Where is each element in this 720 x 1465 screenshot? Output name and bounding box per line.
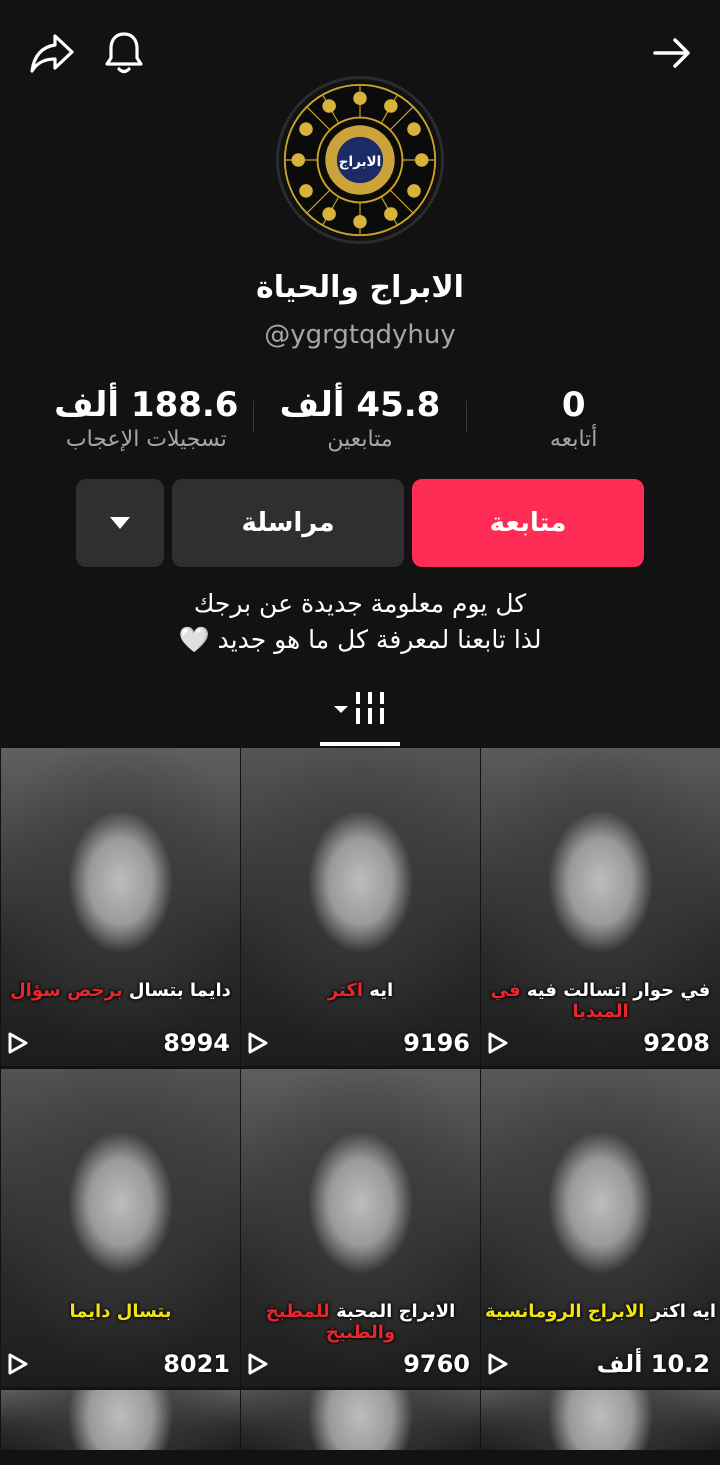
grid-bars-icon — [334, 692, 385, 724]
stat-likes: 188.6 ألف تسجيلات الإعجاب — [40, 385, 253, 465]
profile-avatar[interactable]: الابراج — [276, 76, 444, 244]
video-thumbnail — [1, 748, 240, 1066]
profile-actions: متابعة مراسلة — [76, 479, 644, 567]
caret-down-icon — [110, 517, 130, 529]
play-icon — [488, 1353, 508, 1375]
tab-videos-grid[interactable] — [320, 686, 400, 730]
back-button[interactable] — [644, 25, 700, 81]
following-label: أتابعه — [549, 427, 598, 452]
profile-handle: @ygrgtqdyhuy — [264, 320, 456, 350]
profile-bio: كل يوم معلومة جديدة عن برجك لذا تابعنا ل… — [0, 586, 720, 658]
video-thumbnail — [241, 748, 480, 1066]
view-count-bar: 8994 — [7, 1026, 230, 1060]
video-thumbnail — [481, 1390, 720, 1450]
caption-text: ايه اكتر — [644, 1301, 717, 1322]
video-caption: دايما بتسال برخص سؤال — [1, 980, 240, 1001]
caption-highlight: بتسال دايما — [69, 1301, 172, 1322]
view-count: 9760 — [403, 1350, 470, 1378]
more-options-button[interactable] — [76, 479, 164, 567]
view-count-bar: 10.2 ألف — [487, 1347, 710, 1381]
video-caption: بتسال دايما — [1, 1301, 240, 1322]
view-count: 8994 — [163, 1029, 230, 1057]
view-count: 8021 — [163, 1350, 230, 1378]
view-count: 10.2 ألف — [596, 1350, 710, 1378]
caption-text: دايما بتسال — [122, 980, 231, 1001]
view-count-bar: 8021 — [7, 1347, 230, 1381]
zodiac-wheel-image: الابراج — [282, 82, 438, 238]
arrow-right-icon — [653, 38, 690, 68]
video-thumbnail — [241, 1390, 480, 1450]
video-thumbnail — [481, 1069, 720, 1387]
video-tile[interactable]: في حوار اتسالت فيه في الميديا 9208 — [481, 748, 720, 1066]
video-tile[interactable]: ايه اكتر 9196 — [241, 748, 480, 1066]
video-tile[interactable]: الابراج المحبة للمطبخ والطبيخ 9760 — [241, 1069, 480, 1387]
view-count: 9196 — [403, 1029, 470, 1057]
video-caption: الابراج المحبة للمطبخ والطبيخ — [241, 1301, 480, 1343]
video-thumbnail — [1, 1390, 240, 1450]
video-tile[interactable] — [1, 1390, 240, 1450]
view-count-bar: 9208 — [487, 1026, 710, 1060]
caption-highlight: الابراج الرومانسية — [484, 1301, 645, 1322]
share-arrow-icon — [30, 34, 74, 73]
video-caption: ايه اكتر الابراج الرومانسية — [481, 1301, 720, 1322]
stat-followers[interactable]: 45.8 ألف متابعين — [254, 385, 467, 465]
bell-icon — [105, 32, 143, 74]
share-button[interactable] — [24, 25, 80, 81]
active-tab-indicator — [320, 742, 400, 746]
followers-label: متابعين — [327, 427, 393, 452]
video-tile[interactable]: ايه اكتر الابراج الرومانسية 10.2 ألف — [481, 1069, 720, 1387]
view-count-bar: 9760 — [247, 1347, 470, 1381]
profile-name: الابراج والحياة — [256, 270, 464, 305]
caption-highlight: اكتر — [327, 980, 364, 1001]
profile-stats: 0 أتابعه 45.8 ألف متابعين 188.6 ألف تسجي… — [40, 385, 680, 465]
caption-text: في حوار اتسالت فيه — [520, 980, 711, 1001]
play-icon — [248, 1353, 268, 1375]
video-caption: في حوار اتسالت فيه في الميديا — [481, 980, 720, 1022]
caption-highlight: برخص سؤال — [10, 980, 123, 1001]
play-icon — [8, 1353, 28, 1375]
view-count-bar: 9196 — [247, 1026, 470, 1060]
play-icon — [8, 1032, 28, 1054]
followers-count: 45.8 ألف — [279, 385, 441, 425]
bio-line-1: كل يوم معلومة جديدة عن برجك — [193, 589, 527, 618]
play-icon — [488, 1032, 508, 1054]
message-button[interactable]: مراسلة — [172, 479, 404, 567]
video-caption: ايه اكتر — [241, 980, 480, 1001]
follow-button[interactable]: متابعة — [412, 479, 644, 567]
video-tile[interactable] — [241, 1390, 480, 1450]
likes-count: 188.6 ألف — [54, 385, 239, 425]
play-icon — [248, 1032, 268, 1054]
content-tabs — [0, 680, 720, 746]
stat-divider — [252, 401, 254, 433]
bio-line-2: لذا تابعنا لمعرفة كل ما هو جديد 🤍 — [178, 625, 542, 654]
likes-label: تسجيلات الإعجاب — [65, 427, 227, 452]
notification-bell-button[interactable] — [96, 25, 152, 81]
view-count: 9208 — [643, 1029, 710, 1057]
following-count: 0 — [561, 385, 586, 425]
video-tile[interactable]: بتسال دايما 8021 — [1, 1069, 240, 1387]
video-tile[interactable]: دايما بتسال برخص سؤال 8994 — [1, 748, 240, 1066]
caption-text: ايه — [363, 980, 394, 1001]
stat-following[interactable]: 0 أتابعه — [467, 385, 680, 465]
video-tile[interactable] — [481, 1390, 720, 1450]
video-thumbnail — [1, 1069, 240, 1387]
stat-divider — [466, 401, 468, 433]
avatar-logo-text: الابراج — [339, 154, 382, 170]
caption-text: الابراج المحبة — [329, 1301, 456, 1322]
